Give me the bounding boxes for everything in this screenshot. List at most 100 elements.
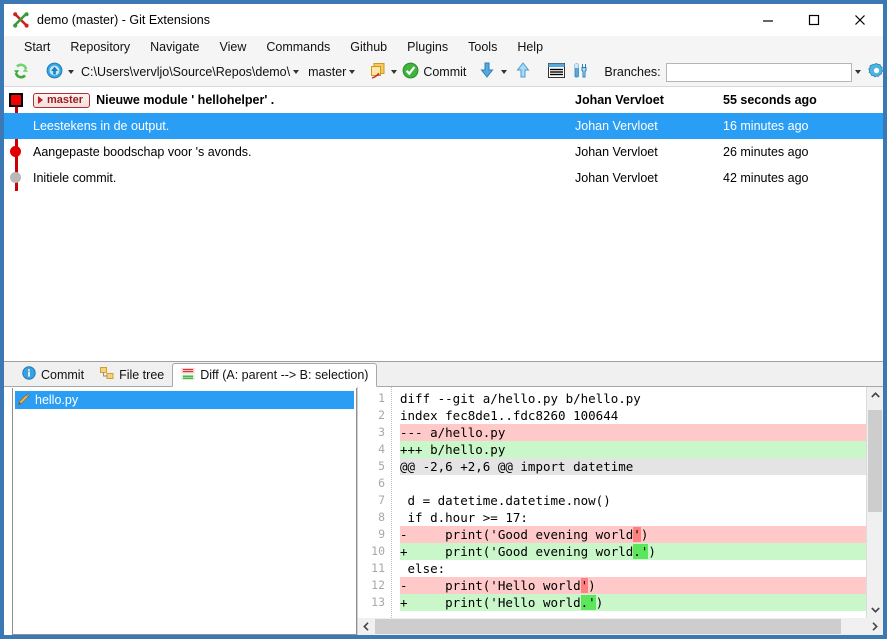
git-extensions-icon bbox=[12, 11, 30, 29]
branch-badge[interactable]: master bbox=[33, 92, 91, 108]
commit-message: Initiele commit. bbox=[33, 171, 117, 185]
menu-view[interactable]: View bbox=[210, 38, 257, 56]
menu-github[interactable]: Github bbox=[340, 38, 397, 56]
table-row[interactable]: Leestekens in de output. Johan Vervloet … bbox=[4, 113, 883, 139]
pull-dropdown-caret[interactable] bbox=[501, 70, 508, 74]
diff-text[interactable]: diff --git a/hello.py b/hello.py index fe… bbox=[392, 387, 866, 618]
diff-segment: d = datetime.datetime.now() bbox=[400, 493, 611, 508]
table-row[interactable]: Aangepaste boodschap voor 's avonds. Joh… bbox=[4, 139, 883, 165]
commit-date: 42 minutes ago bbox=[723, 171, 809, 185]
console-icon[interactable] bbox=[548, 63, 566, 81]
changed-file-list[interactable]: hello.py bbox=[12, 388, 357, 635]
diff-line: if d.hour >= 17: bbox=[400, 509, 866, 526]
revision-grid[interactable]: master Nieuwe module ' hellohelper' . Jo… bbox=[4, 87, 883, 362]
diff-segment: +++ b/hello.py bbox=[400, 442, 506, 457]
commit-check-icon[interactable] bbox=[402, 62, 419, 82]
diff-segment: ) bbox=[595, 595, 604, 610]
info-circle-icon bbox=[22, 366, 36, 383]
diff-line: --- a/hello.py bbox=[400, 424, 866, 441]
menu-help[interactable]: Help bbox=[507, 38, 553, 56]
hscroll-thumb[interactable] bbox=[375, 619, 842, 634]
line-number: 1 bbox=[378, 391, 385, 405]
table-row[interactable]: master Nieuwe module ' hellohelper' . Jo… bbox=[4, 87, 883, 113]
edited-file-icon bbox=[17, 392, 31, 409]
commit-author: Johan Vervloet bbox=[575, 93, 664, 107]
open-repository-icon[interactable] bbox=[46, 62, 63, 82]
diff-vertical-scrollbar[interactable] bbox=[866, 387, 883, 618]
pull-down-arrow-icon[interactable] bbox=[480, 62, 494, 82]
diff-icon bbox=[181, 367, 195, 384]
diff-segment: + print('Hello world bbox=[400, 595, 581, 610]
stash-dropdown-caret[interactable] bbox=[391, 70, 398, 74]
tab-diff-label: Diff (A: parent --> B: selection) bbox=[200, 368, 369, 382]
diff-segment: else: bbox=[400, 561, 446, 576]
push-up-arrow-icon[interactable] bbox=[516, 62, 530, 82]
commit-date: 26 minutes ago bbox=[723, 145, 809, 159]
minimize-icon[interactable] bbox=[745, 4, 791, 36]
menu-commands[interactable]: Commands bbox=[256, 38, 340, 56]
diff-segment: + print('Good evening world bbox=[400, 544, 634, 559]
maximize-icon[interactable] bbox=[791, 4, 837, 36]
menu-start[interactable]: Start bbox=[14, 38, 60, 56]
table-row[interactable]: Initiele commit. Johan Vervloet 42 minut… bbox=[4, 165, 883, 191]
commit-author: Johan Vervloet bbox=[575, 171, 658, 185]
menu-tools[interactable]: Tools bbox=[458, 38, 507, 56]
line-number: 8 bbox=[378, 510, 385, 524]
vscroll-thumb[interactable] bbox=[868, 409, 882, 513]
diff-segment: diff --git a/hello.py b/hello.py bbox=[400, 391, 641, 406]
menu-bar: Start Repository Navigate View Commands … bbox=[4, 36, 883, 58]
stash-changes-icon[interactable] bbox=[370, 62, 388, 82]
commit-message: Leestekens in de output. bbox=[33, 119, 170, 133]
hscroll-track[interactable] bbox=[375, 618, 866, 635]
close-icon[interactable] bbox=[837, 4, 883, 36]
main-window: demo (master) - Git Extensions Start Rep… bbox=[0, 0, 887, 639]
window-controls bbox=[745, 4, 883, 36]
branch-arrow-icon bbox=[38, 96, 43, 104]
refresh-icon[interactable] bbox=[12, 62, 30, 83]
bottom-tab-strip: Commit File tree Diff (A: parent --> B: … bbox=[4, 362, 883, 387]
diff-word-highlight: ' bbox=[633, 527, 641, 542]
line-number: 4 bbox=[378, 442, 385, 456]
diff-line: - print('Good evening world') bbox=[400, 526, 866, 543]
tab-diff[interactable]: Diff (A: parent --> B: selection) bbox=[172, 363, 378, 387]
scroll-right-icon[interactable] bbox=[866, 618, 883, 635]
menu-repository[interactable]: Repository bbox=[60, 38, 140, 56]
scroll-down-icon[interactable] bbox=[867, 601, 883, 618]
diff-line: - print('Hello world') bbox=[400, 577, 866, 594]
row-message-cell: Initiele commit. bbox=[30, 171, 575, 185]
diff-segment: if d.hour >= 17: bbox=[400, 510, 528, 525]
tab-file-tree-label: File tree bbox=[119, 367, 165, 382]
current-branch-label: master bbox=[308, 65, 347, 79]
line-number: 9 bbox=[378, 527, 385, 541]
diff-segment: - print('Good evening world bbox=[400, 527, 634, 542]
bottom-panel: Commit File tree Diff (A: parent --> B: … bbox=[4, 362, 883, 635]
diff-word-highlight: .' bbox=[580, 595, 596, 610]
menu-navigate[interactable]: Navigate bbox=[140, 38, 209, 56]
scroll-left-icon[interactable] bbox=[358, 618, 375, 635]
commit-button-label[interactable]: Commit bbox=[423, 65, 466, 79]
repo-path-label: C:\Users\vervljo\Source\Repos\demo\ bbox=[81, 65, 291, 79]
diff-segment: index fec8de1..fdc8260 100644 bbox=[400, 408, 619, 423]
branches-combo[interactable] bbox=[665, 62, 852, 82]
diff-horizontal-scrollbar[interactable] bbox=[358, 618, 883, 635]
tools-icon[interactable] bbox=[573, 63, 590, 82]
repo-path-dropdown-caret[interactable] bbox=[293, 70, 300, 74]
branches-dropdown-caret[interactable] bbox=[854, 70, 861, 74]
diff-segment: @@ -2,6 +2,6 @@ import datetime bbox=[400, 459, 634, 474]
scroll-up-icon[interactable] bbox=[867, 387, 883, 404]
diff-line: +++ b/hello.py bbox=[400, 441, 866, 458]
branch-dropdown-caret[interactable] bbox=[349, 70, 356, 74]
diff-segment: --- a/hello.py bbox=[400, 425, 506, 440]
vscroll-track[interactable] bbox=[867, 404, 883, 601]
tab-commit[interactable]: Commit bbox=[14, 363, 93, 386]
row-graph-cell bbox=[4, 165, 30, 191]
diff-segment: - print('Hello world bbox=[400, 578, 581, 593]
diff-line-numbers: 1 2 3 4 5 6 7 8 9 10 11 12 13 bbox=[358, 387, 392, 618]
list-item[interactable]: hello.py bbox=[15, 391, 354, 409]
gear-icon[interactable] bbox=[867, 62, 883, 82]
commit-date: 16 minutes ago bbox=[723, 119, 809, 133]
line-number: 10 bbox=[371, 544, 385, 558]
tab-file-tree[interactable]: File tree bbox=[92, 363, 173, 386]
menu-plugins[interactable]: Plugins bbox=[397, 38, 458, 56]
open-repository-dropdown-caret[interactable] bbox=[68, 70, 74, 74]
